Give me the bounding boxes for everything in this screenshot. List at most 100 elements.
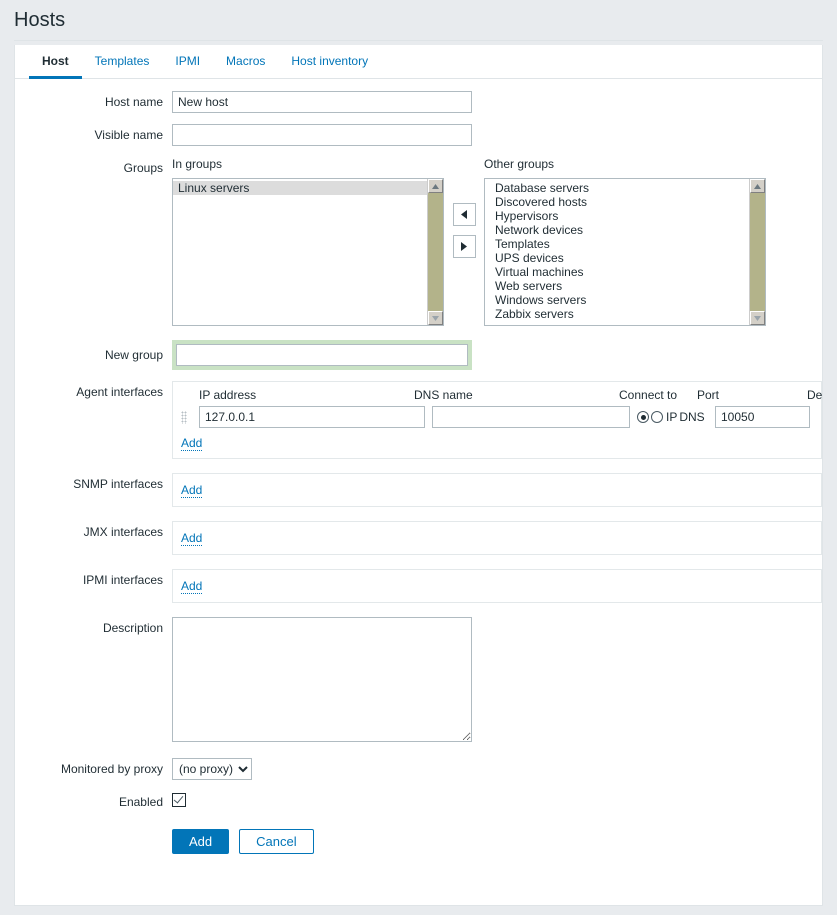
agent-interface-add-link[interactable]: Add [181, 436, 203, 451]
visible-name-input[interactable] [172, 124, 472, 146]
other-groups-list: Database servers Discovered hosts Hyperv… [485, 179, 749, 321]
connect-to-ip-label: IP [666, 410, 678, 424]
col-header-connect-to: Connect to [619, 388, 678, 402]
list-item[interactable]: Discovered hosts [485, 195, 749, 209]
tab-host-inventory[interactable]: Host inventory [278, 47, 381, 79]
snmp-interface-add-link[interactable]: Add [181, 483, 203, 498]
other-groups-column: Other groups Database servers Discovered… [484, 157, 766, 326]
list-item[interactable]: Linux servers [173, 181, 427, 195]
monitored-by-proxy-label: Monitored by proxy [60, 762, 163, 776]
connect-to-radio-group: IP DNS [637, 410, 713, 424]
scroll-down-icon[interactable] [428, 311, 443, 325]
tab-bar: Host Templates IPMI Macros Host inventor… [15, 45, 822, 79]
host-form-card: Host Templates IPMI Macros Host inventor… [14, 45, 823, 906]
list-item[interactable]: Network devices [485, 223, 749, 237]
new-group-label: New group [104, 348, 163, 362]
list-item[interactable]: Windows servers [485, 293, 749, 307]
row-ipmi-interfaces: IPMI interfaces Add [15, 569, 822, 603]
connect-to-dns-radio[interactable] [651, 411, 663, 423]
scrollbar-thumb[interactable] [428, 193, 443, 311]
form-actions: Add Cancel [172, 829, 822, 854]
row-monitored-by-proxy: Monitored by proxy (no proxy) [15, 758, 822, 780]
new-group-highlight [172, 340, 472, 370]
row-new-group: New group [15, 340, 822, 370]
other-groups-scrollbar[interactable] [749, 179, 765, 325]
scroll-down-icon[interactable] [750, 311, 765, 325]
page-title: Hosts [14, 9, 66, 31]
move-right-button[interactable] [452, 235, 476, 258]
description-textarea[interactable] [172, 617, 472, 742]
agent-interfaces-block: IP address DNS name Connect to Port Defa… [172, 381, 822, 459]
host-name-input[interactable] [172, 91, 472, 113]
move-left-button[interactable] [452, 203, 476, 226]
interface-ip-input[interactable] [199, 406, 425, 428]
col-header-port: Port [697, 388, 720, 402]
host-name-label: Host name [104, 95, 163, 109]
host-form: Host name Visible name Groups In groups [15, 79, 822, 854]
header-divider [14, 40, 823, 41]
jmx-interfaces-block: Add [172, 521, 822, 555]
tab-ipmi[interactable]: IPMI [162, 47, 213, 79]
row-host-name: Host name [15, 91, 822, 113]
ipmi-interfaces-label: IPMI interfaces [82, 573, 163, 587]
row-visible-name: Visible name [15, 124, 822, 146]
tab-macros[interactable]: Macros [213, 47, 278, 79]
submit-button[interactable]: Add [172, 829, 230, 854]
in-groups-column: In groups Linux servers [172, 157, 444, 326]
scroll-up-icon[interactable] [428, 179, 443, 193]
in-groups-list: Linux servers [173, 179, 427, 195]
agent-interfaces-header: IP address DNS name Connect to Port Defa… [181, 388, 822, 406]
col-header-default: Default [807, 388, 823, 402]
connect-to-ip-radio[interactable] [637, 411, 649, 423]
tab-templates[interactable]: Templates [82, 47, 163, 79]
row-form-actions: Add Cancel [15, 829, 822, 854]
groups-label: Groups [123, 161, 163, 175]
col-header-ip: IP address [199, 388, 257, 402]
row-jmx-interfaces: JMX interfaces Add [15, 521, 822, 555]
row-description: Description [15, 617, 822, 745]
enabled-label: Enabled [118, 795, 163, 809]
in-groups-scrollbar[interactable] [427, 179, 443, 325]
list-item[interactable]: Templates [485, 237, 749, 251]
monitored-by-proxy-select[interactable]: (no proxy) [172, 758, 252, 780]
scrollbar-thumb[interactable] [750, 193, 765, 311]
list-item[interactable]: Zabbix servers [485, 307, 749, 321]
row-groups: Groups In groups Linux servers Other gro… [15, 157, 822, 326]
interface-dns-input[interactable] [432, 406, 630, 428]
row-agent-interfaces: Agent interfaces IP address DNS name Con… [15, 381, 822, 459]
snmp-interfaces-label: SNMP interfaces [73, 477, 163, 491]
jmx-interface-add-link[interactable]: Add [181, 531, 203, 546]
in-groups-title: In groups [172, 157, 223, 171]
snmp-interfaces-block: Add [172, 473, 822, 507]
enabled-checkbox[interactable] [172, 793, 186, 807]
list-item[interactable]: Web servers [485, 279, 749, 293]
in-groups-listbox[interactable]: Linux servers [172, 178, 444, 326]
actions-spacer [15, 829, 172, 833]
groups-transfer: In groups Linux servers Other groups Dat… [172, 157, 822, 326]
agent-interface-row: IPDNS Remove [181, 406, 813, 433]
tab-host[interactable]: Host [29, 47, 82, 79]
list-item[interactable]: Hypervisors [485, 209, 749, 223]
other-groups-listbox[interactable]: Database servers Discovered hosts Hyperv… [484, 178, 766, 326]
ipmi-interfaces-block: Add [172, 569, 822, 603]
list-item[interactable]: Database servers [485, 181, 749, 195]
scroll-up-icon[interactable] [750, 179, 765, 193]
agent-interfaces-label: Agent interfaces [76, 385, 163, 399]
new-group-input[interactable] [176, 344, 468, 366]
interface-port-input[interactable] [715, 406, 810, 428]
cancel-button[interactable]: Cancel [239, 829, 314, 854]
row-snmp-interfaces: SNMP interfaces Add [15, 473, 822, 507]
jmx-interfaces-label: JMX interfaces [83, 525, 163, 539]
list-item[interactable]: Virtual machines [485, 265, 749, 279]
ipmi-interface-add-link[interactable]: Add [181, 579, 203, 594]
drag-handle-icon[interactable] [181, 410, 188, 424]
other-groups-title: Other groups [484, 157, 555, 171]
visible-name-label: Visible name [94, 128, 163, 142]
col-header-dns: DNS name [414, 388, 473, 402]
list-item[interactable]: UPS devices [485, 251, 749, 265]
description-label: Description [102, 621, 163, 635]
page-header: Hosts [0, 0, 837, 40]
transfer-buttons [444, 157, 484, 258]
connect-to-dns-label: DNS [679, 410, 705, 424]
row-enabled: Enabled [15, 793, 822, 809]
